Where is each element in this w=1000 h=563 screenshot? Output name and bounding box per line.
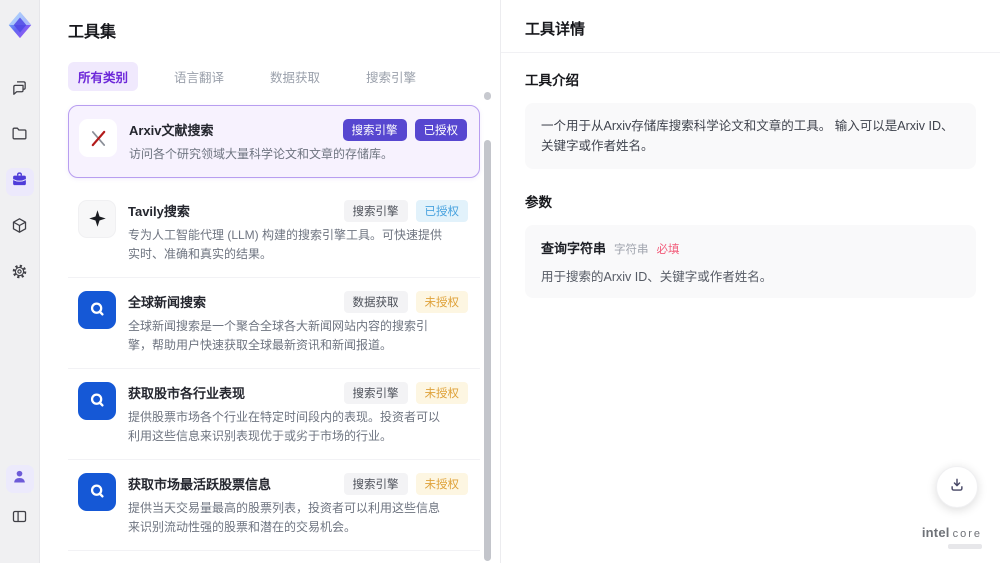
app-logo-icon [5,10,35,40]
param-row: 查询字符串 字符串 必填 用于搜索的Arxiv ID、关键字或作者姓名。 [541,238,960,285]
list-scrollbar[interactable] [484,88,491,563]
status-badge: 未授权 [415,472,468,495]
category-tab[interactable]: 搜索引擎 [356,62,426,91]
param-required-badge: 必填 [656,244,680,256]
tool-card[interactable]: 获取股市各行业表现 提供股票市场各个行业在特定时间段内的表现。投资者可以利用这些… [68,368,480,460]
status-badge: 已授权 [415,199,468,222]
category-tab[interactable]: 数据获取 [260,62,330,91]
tool-description: 专为人工智能代理 (LLM) 构建的搜索引擎工具。可快速提供实时、准确和真实的结… [128,227,443,261]
detail-header: 工具详情 [501,0,1000,53]
status-badge: 未授权 [415,381,468,404]
download-button[interactable] [936,466,978,508]
sidebar-item-settings[interactable] [6,260,34,288]
category-tabs: 所有类别 语言翻译 数据获取 搜索引擎 [68,62,480,91]
status-badge: 已授权 [414,119,467,141]
tool-detail-panel: 工具详情 工具介绍 一个用于从Arxiv存储库搜索科学论文和文章的工具。 输入可… [500,0,1000,563]
tool-description: 访问各个研究领域大量科学论文和文章的存储库。 [129,147,394,161]
status-badge: 未授权 [415,290,468,313]
tool-card[interactable]: 全球新闻搜索 全球新闻搜索是一个聚合全球各大新闻网站内容的搜索引擎，帮助用户快速… [68,277,480,369]
tool-icon [78,472,116,511]
gear-icon [11,263,28,285]
panel-toggle-icon [11,508,28,530]
blue-search-icon [90,393,104,407]
tool-description: 提供当天交易量最高的股票列表，投资者可以利用这些信息来识别流动性强的股票和潜在的… [128,500,441,534]
tool-description: 提供股票市场各个行业在特定时间段内的表现。投资者可以利用这些信息来识别表现优于或… [128,409,441,443]
tool-badges: 搜索引擎 已授权 [343,199,468,222]
tool-badges: 搜索引擎 未授权 [343,472,468,495]
tool-badges: 数据获取 未授权 [343,290,468,313]
tool-icon [78,290,116,329]
sidebar-item-tools[interactable] [5,168,34,196]
brand-core: core [952,528,982,540]
param-type: 字符串 [614,244,649,256]
tavily-star-icon [88,210,106,228]
category-badge: 搜索引擎 [343,381,408,404]
intro-text: 一个用于从Arxiv存储库搜索科学论文和文章的工具。 输入可以是Arxiv ID… [541,119,954,153]
sidebar-item-models[interactable] [6,214,34,242]
tool-badges: 搜索引擎 未授权 [343,381,468,404]
download-icon [948,476,966,499]
tool-icon [79,119,117,157]
app-window: 工具集 所有类别 语言翻译 数据获取 搜索引擎 Arxiv文献搜索 访问各个研究… [0,0,1000,563]
intro-heading: 工具介绍 [525,73,579,88]
category-badge: 数据获取 [343,290,408,313]
tool-list-panel: 工具集 所有类别 语言翻译 数据获取 搜索引擎 Arxiv文献搜索 访问各个研究… [40,0,500,563]
category-tab[interactable]: 所有类别 [68,62,139,91]
blue-search-icon [90,484,104,498]
param-head: 查询字符串 字符串 必填 [541,238,960,257]
scrollbar-thumb[interactable] [484,140,491,561]
tool-list: Arxiv文献搜索 访问各个研究领域大量科学论文和文章的存储库。 搜索引擎 已授… [68,105,480,563]
tool-icon [78,199,116,238]
detail-title: 工具详情 [525,21,586,38]
param-name: 查询字符串 [541,241,607,256]
category-tab[interactable]: 语言翻译 [164,62,234,91]
sidebar [0,0,40,563]
tool-card[interactable]: 获取市场最活跃股票信息 提供当天交易量最高的股票列表，投资者可以利用这些信息来识… [68,459,480,551]
scrollbar-notch[interactable] [484,92,491,100]
tool-card[interactable]: Arxiv文献搜索 访问各个研究领域大量科学论文和文章的存储库。 搜索引擎 已授… [68,105,480,178]
brand-sub-badge [948,544,982,549]
intel-core-logo: intel core [922,525,982,540]
folder-icon [11,125,28,147]
params-heading: 参数 [525,195,552,210]
category-badge: 搜索引擎 [343,199,408,222]
tool-card[interactable]: 万维地区新闻查询 查询具体行政区划内的新闻，快速了解各地新闻动 搜索引擎 未授权 [68,550,480,563]
blue-search-icon [90,302,104,316]
page-title: 工具集 [68,24,117,41]
user-icon [11,468,28,490]
category-badge: 搜索引擎 [342,119,407,141]
param-description: 用于搜索的Arxiv ID、关键字或作者姓名。 [541,270,773,284]
intro-card: 一个用于从Arxiv存储库搜索科学论文和文章的工具。 输入可以是Arxiv ID… [525,103,976,169]
sidebar-item-chat[interactable] [6,76,34,104]
brand-intel: intel [921,525,950,540]
sidebar-item-account[interactable] [5,465,34,493]
detail-body: 工具介绍 一个用于从Arxiv存储库搜索科学论文和文章的工具。 输入可以是Arx… [501,53,1000,336]
arxiv-icon [91,130,105,146]
cube-icon [11,217,28,239]
category-badge: 搜索引擎 [343,472,408,495]
tool-card[interactable]: Tavily搜索 专为人工智能代理 (LLM) 构建的搜索引擎工具。可快速提供实… [68,186,480,278]
params-card: 查询字符串 字符串 必填 用于搜索的Arxiv ID、关键字或作者姓名。 [525,225,976,298]
briefcase-icon [11,171,28,193]
sidebar-item-files[interactable] [6,122,34,150]
sidebar-item-collapse[interactable] [6,505,34,533]
chat-icon [11,79,28,101]
tool-description: 全球新闻搜索是一个聚合全球各大新闻网站内容的搜索引擎，帮助用户快速获取全球最新资… [128,318,429,352]
tool-icon [78,381,116,420]
tool-badges: 搜索引擎 已授权 [342,119,467,141]
